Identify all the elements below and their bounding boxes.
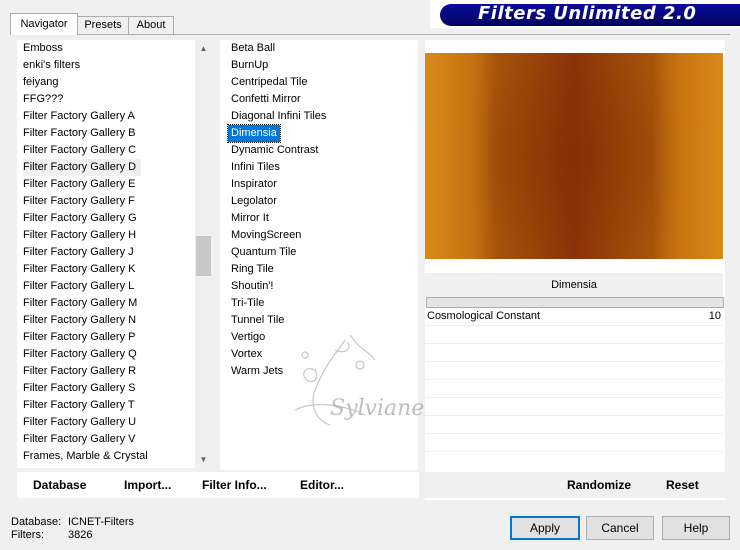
filter-item[interactable]: Centripedal Tile xyxy=(228,74,326,91)
category-item[interactable]: Filter Factory Gallery V xyxy=(20,431,148,448)
scroll-down-icon[interactable]: ▼ xyxy=(195,451,212,468)
status-database: Database: ICNET-Filters xyxy=(11,516,134,528)
filter-item[interactable]: Vortex xyxy=(228,346,326,363)
import-button[interactable]: Import... xyxy=(124,478,171,492)
database-button[interactable]: Database xyxy=(33,478,86,492)
filter-item[interactable]: Inspirator xyxy=(228,176,326,193)
category-item[interactable]: Filter Factory Gallery B xyxy=(20,125,148,142)
status-filters: Filters: 3826 xyxy=(11,529,92,541)
filter-item[interactable]: Ring Tile xyxy=(228,261,326,278)
filter-item[interactable]: Warm Jets xyxy=(228,363,326,380)
category-item[interactable]: Filter Factory Gallery K xyxy=(20,261,148,278)
parameter-list: Cosmological Constant 10 xyxy=(425,308,723,468)
category-item[interactable]: Filter Factory Gallery Q xyxy=(20,346,148,363)
category-item-label: Filter Factory Gallery D xyxy=(23,159,142,176)
filter-item[interactable]: Beta Ball xyxy=(228,40,326,57)
category-list[interactable]: Emboss enki's filters feiyang FFG??? Filter … xyxy=(17,40,212,468)
status-filters-value: 3826 xyxy=(68,529,93,541)
category-item[interactable]: Filter Factory Gallery A xyxy=(20,108,148,125)
filter-item[interactable]: BurnUp xyxy=(228,57,326,74)
status-database-label: Database: xyxy=(11,516,62,528)
editor-button[interactable]: Editor... xyxy=(300,478,344,492)
filter-item[interactable]: Vertigo xyxy=(228,329,326,346)
parameter-separator xyxy=(426,297,724,308)
category-item[interactable]: Filter Factory Gallery D xyxy=(20,159,148,176)
filter-item[interactable]: Tunnel Tile xyxy=(228,312,326,329)
status-database-value: ICNET-Filters xyxy=(68,516,134,528)
filter-item[interactable]: Dynamic Contrast xyxy=(228,142,326,159)
category-item[interactable]: Filter Factory Gallery U xyxy=(20,414,148,431)
category-item[interactable]: Filter Factory Gallery E xyxy=(20,176,148,193)
filter-item[interactable]: Legolator xyxy=(228,193,326,210)
filter-item[interactable]: MovingScreen xyxy=(228,227,326,244)
filter-item[interactable]: Diagonal Infini Tiles xyxy=(228,108,326,125)
category-item[interactable]: feiyang xyxy=(20,74,148,91)
scroll-thumb[interactable] xyxy=(196,236,211,276)
filter-item[interactable]: Tri-Tile xyxy=(228,295,326,312)
category-item[interactable]: Filter Factory Gallery M xyxy=(20,295,148,312)
list-button-bar: Database Import... Filter Info... Editor… xyxy=(17,472,419,498)
parameter-row[interactable]: Cosmological Constant 10 xyxy=(425,308,723,326)
filter-item[interactable]: Mirror It xyxy=(228,210,326,227)
tab-divider xyxy=(10,34,730,35)
category-item[interactable]: Emboss xyxy=(20,40,148,57)
randomize-button[interactable]: Randomize xyxy=(567,478,631,492)
category-item[interactable]: Filter Factory Gallery P xyxy=(20,329,148,346)
category-item[interactable]: Filter Factory Gallery J xyxy=(20,244,148,261)
category-item[interactable]: Filter Factory Gallery H xyxy=(20,227,148,244)
parameter-heading: Dimensia xyxy=(425,273,723,297)
category-item[interactable]: FFG??? xyxy=(20,91,148,108)
scroll-up-icon[interactable]: ▲ xyxy=(195,40,212,57)
category-item[interactable]: Filter Factory Gallery R xyxy=(20,363,148,380)
category-item[interactable]: Filter Factory Gallery N xyxy=(20,312,148,329)
category-item[interactable]: Filter Factory Gallery S xyxy=(20,380,148,397)
category-item[interactable]: Filter Factory Gallery L xyxy=(20,278,148,295)
filter-item[interactable]: Infini Tiles xyxy=(228,159,326,176)
preview-image[interactable] xyxy=(425,53,723,259)
category-item[interactable]: Filter Factory Gallery G xyxy=(20,210,148,227)
parameter-label: Cosmological Constant xyxy=(427,310,541,322)
reset-button[interactable]: Reset xyxy=(666,478,699,492)
app-title: Filters Unlimited 2.0 xyxy=(478,3,697,24)
cancel-button[interactable]: Cancel xyxy=(586,516,654,540)
help-button[interactable]: Help xyxy=(662,516,730,540)
parameter-value[interactable]: 10 xyxy=(709,310,721,322)
filter-item-selected[interactable]: Dimensia xyxy=(227,124,281,143)
status-filters-label: Filters: xyxy=(11,529,44,541)
tab-presets[interactable]: Presets xyxy=(76,16,130,34)
preview-button-bar: Randomize Reset xyxy=(425,472,725,498)
filter-item[interactable]: Quantum Tile xyxy=(228,244,326,261)
tab-about[interactable]: About xyxy=(128,16,174,34)
filter-item[interactable]: Shoutin'! xyxy=(228,278,326,295)
title-banner: Filters Unlimited 2.0 xyxy=(430,0,740,28)
category-scrollbar[interactable]: ▲ ▼ xyxy=(195,40,212,468)
apply-button[interactable]: Apply xyxy=(510,516,580,540)
category-item[interactable]: Filter Factory Gallery T xyxy=(20,397,148,414)
filter-item[interactable]: Confetti Mirror xyxy=(228,91,326,108)
category-item[interactable]: Filter Factory Gallery C xyxy=(20,142,148,159)
filter-list[interactable]: Beta Ball BurnUp Centripedal Tile Confetti … xyxy=(220,40,418,470)
filter-info-button[interactable]: Filter Info... xyxy=(202,478,267,492)
tab-navigator[interactable]: Navigator xyxy=(10,13,78,35)
category-item[interactable]: Frames, Marble & Crystal xyxy=(20,448,148,465)
category-item[interactable]: enki's filters xyxy=(20,57,148,74)
category-item[interactable]: Filter Factory Gallery F xyxy=(20,193,148,210)
